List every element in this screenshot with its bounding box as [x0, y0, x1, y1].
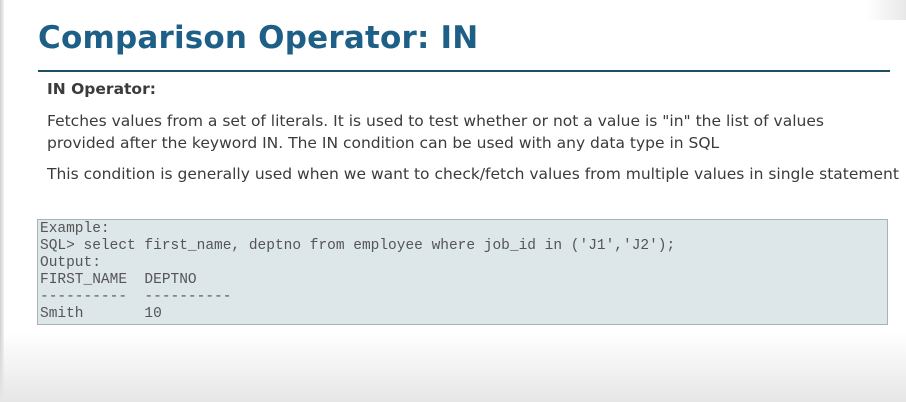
code-line: SQL> select first_name, deptno from empl…	[40, 238, 676, 254]
code-line: FIRST_NAME DEPTNO	[40, 272, 197, 288]
slide-corner-shade	[866, 0, 906, 20]
slide-content: IN Operator: Fetches values from a set o…	[47, 78, 899, 185]
slide: Comparison Operator: IN IN Operator: Fet…	[0, 0, 906, 402]
code-line: Example:	[40, 221, 110, 237]
code-line: Output:	[40, 255, 101, 271]
slide-bottom-shade	[0, 332, 906, 402]
code-example-box: Example: SQL> select first_name, deptno …	[37, 219, 888, 325]
code-line: ---------- ----------	[40, 289, 232, 305]
description-paragraph: Fetches values from a set of literals. I…	[47, 112, 824, 152]
usage-paragraph: This condition is generally used when we…	[47, 165, 899, 183]
section-heading: IN Operator:	[47, 80, 156, 98]
title-divider	[38, 70, 890, 72]
code-line: Smith 10	[40, 306, 162, 322]
slide-title: Comparison Operator: IN	[38, 20, 479, 56]
